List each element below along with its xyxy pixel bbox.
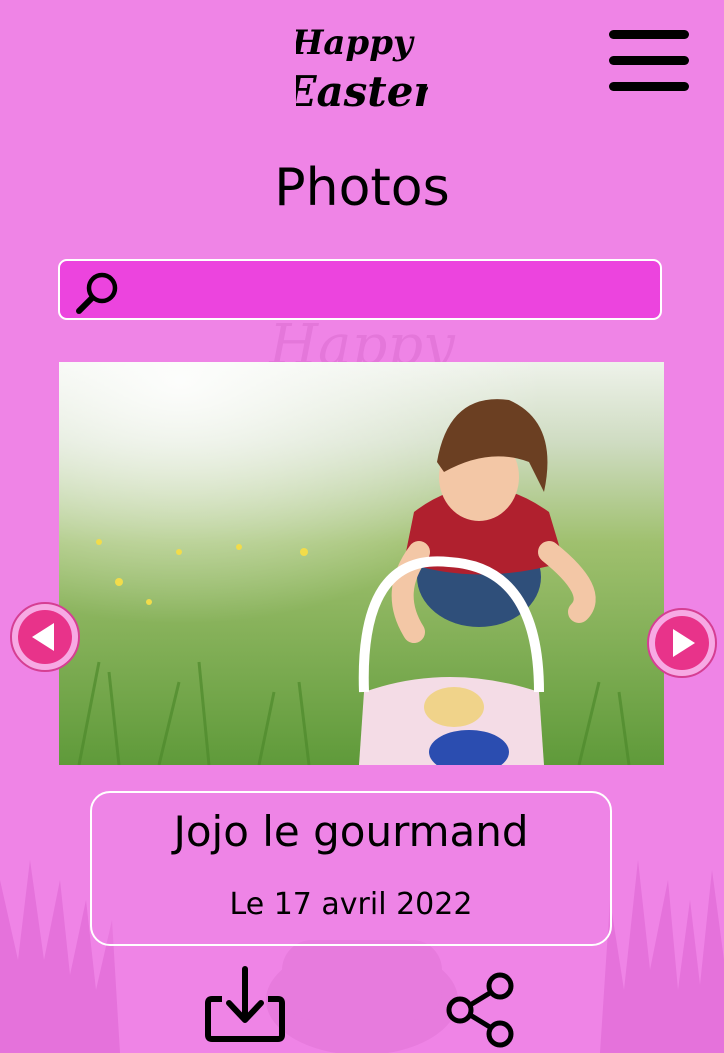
gallery-photo: [59, 362, 664, 765]
caption-date: Le 17 avril 2022: [229, 887, 473, 922]
chevron-left-icon[interactable]: [9, 601, 81, 673]
happy-easter-logo: Happy Easter: [296, 23, 428, 116]
search-input[interactable]: [124, 269, 654, 314]
caption-title: Jojo le gourmand: [173, 807, 529, 856]
hamburger-menu-icon[interactable]: [604, 26, 694, 96]
logo-line2: Easter: [296, 67, 428, 116]
chevron-right-icon[interactable]: [646, 607, 718, 679]
share-icon[interactable]: [444, 972, 518, 1048]
search-icon[interactable]: [74, 270, 120, 316]
logo-line1: Happy: [296, 23, 415, 63]
download-icon[interactable]: [202, 965, 288, 1045]
page-title: Photos: [274, 158, 450, 218]
photo-caption: Jojo le gourmand Le 17 avril 2022: [90, 791, 612, 946]
search-bar[interactable]: [58, 259, 662, 320]
